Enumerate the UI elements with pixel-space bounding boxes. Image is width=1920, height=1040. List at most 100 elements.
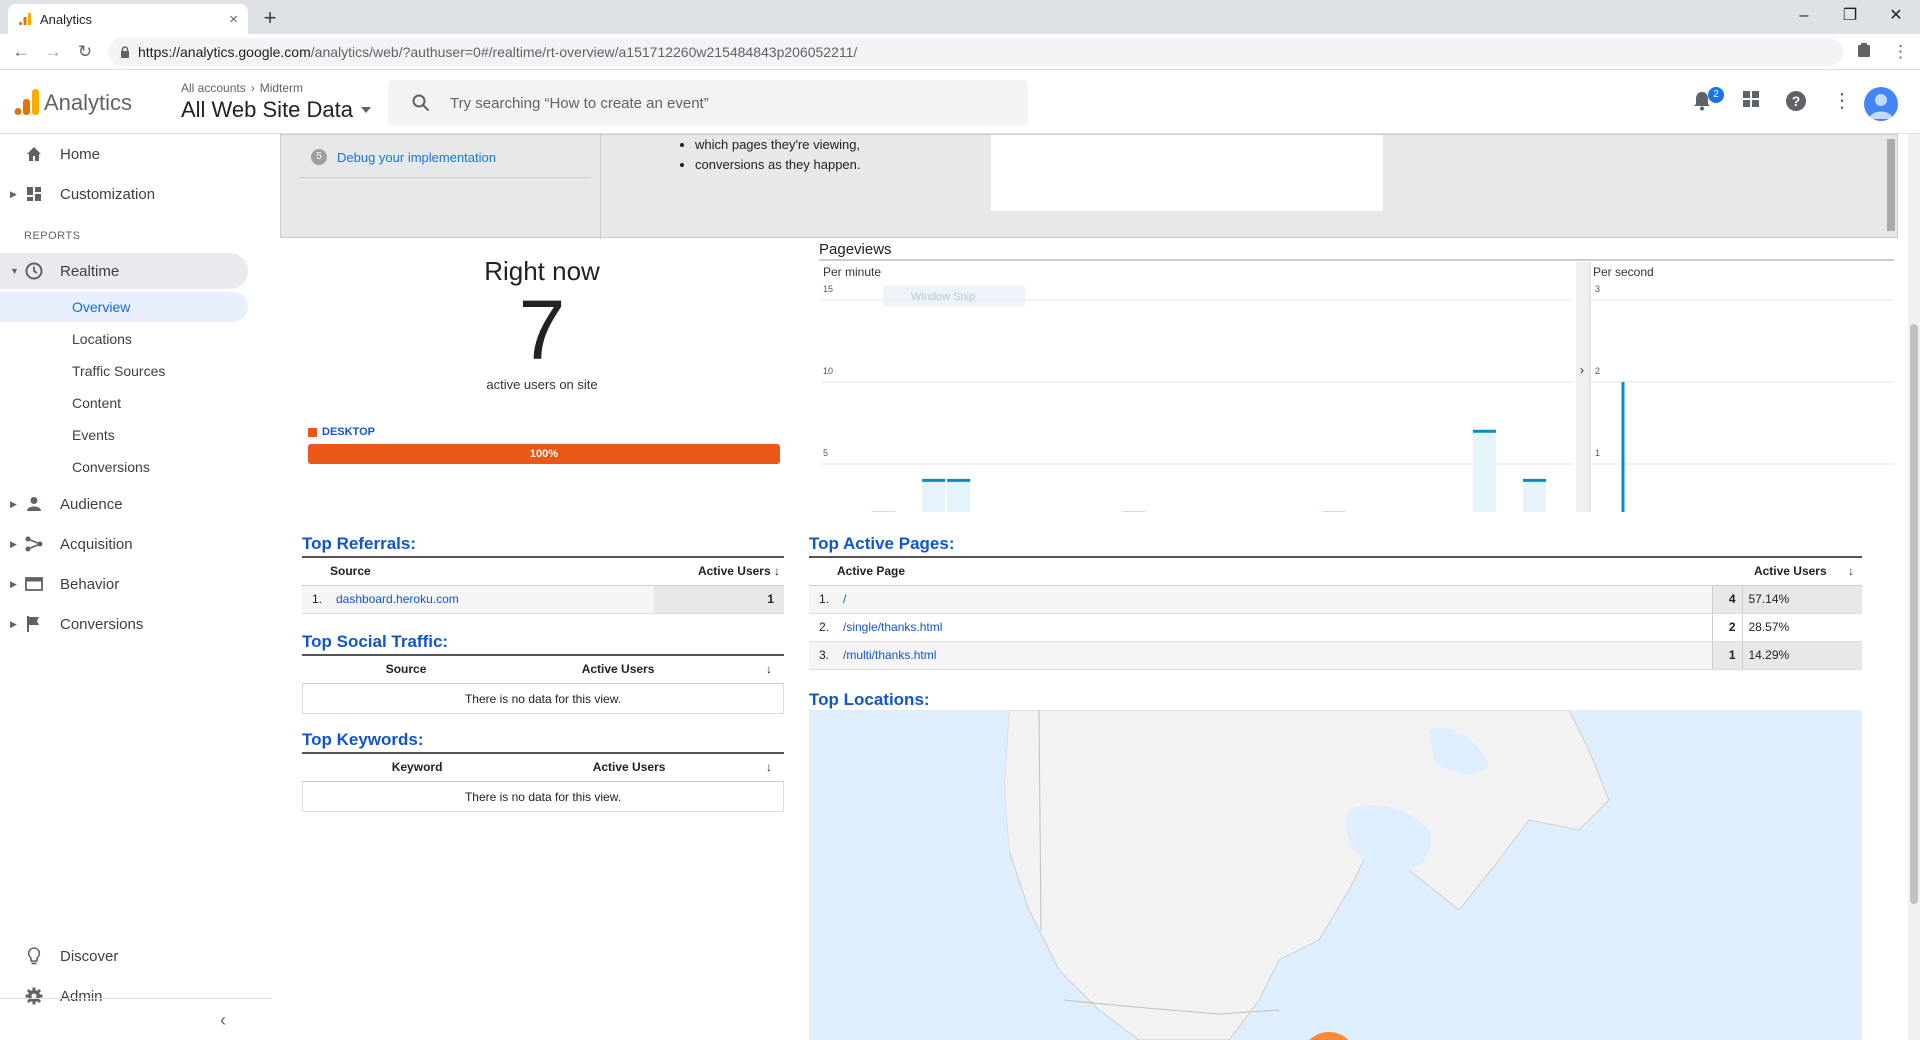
per-minute-y-tick: 10 xyxy=(823,366,833,376)
sidebar-item-discover[interactable]: Discover xyxy=(0,938,248,974)
source-header[interactable]: Source xyxy=(330,556,654,586)
device-legend: DESKTOP xyxy=(308,426,375,438)
close-window-button[interactable]: ✕ xyxy=(1876,2,1916,30)
dropdown-arrow-icon xyxy=(361,107,372,113)
source-header[interactable]: Source xyxy=(330,654,483,684)
avatar[interactable] xyxy=(1864,87,1898,121)
search-input[interactable]: Try searching “How to create an event” xyxy=(388,80,1028,126)
debug-step[interactable]: 5 Debug your implementation xyxy=(311,149,496,165)
page-scrollbar[interactable] xyxy=(1908,134,1920,1040)
view-name-label: All Web Site Data xyxy=(181,97,354,122)
referral-users: 1 xyxy=(654,585,784,614)
page-link[interactable]: / xyxy=(843,592,846,606)
top-pages-table: Active Page Active Users ↓ 1. / 4 57.14%… xyxy=(809,556,1862,670)
expand-chart-icon: › xyxy=(1580,363,1584,377)
collapse-sidebar-icon[interactable]: ‹ xyxy=(220,1010,226,1031)
sidebar-item-realtime[interactable]: ▼ Realtime xyxy=(0,253,248,289)
per-minute-label: Per minute xyxy=(823,265,881,279)
sidebar-label-behavior: Behavior xyxy=(60,575,120,593)
index-header xyxy=(302,752,330,782)
referral-link[interactable]: dashboard.heroku.com xyxy=(336,592,459,606)
per-second-y-tick: 2 xyxy=(1595,366,1600,376)
search-placeholder: Try searching “How to create an event” xyxy=(450,94,709,112)
account-selector[interactable]: All accounts › Midterm All Web Site Data xyxy=(181,81,372,123)
url-field[interactable]: https://analytics.google.com/analytics/w… xyxy=(108,38,1843,66)
sidebar-item-audience[interactable]: ▶ Audience xyxy=(0,486,248,522)
page-users: 2 xyxy=(1711,613,1742,642)
browser-tab[interactable]: Analytics × xyxy=(8,4,248,34)
expand-arrow-icon: ▶ xyxy=(10,188,17,199)
forward-icon[interactable]: → xyxy=(42,42,64,62)
view-name[interactable]: All Web Site Data xyxy=(181,97,372,123)
apps-grid-icon[interactable] xyxy=(1742,90,1760,108)
active-users-header[interactable]: Active Users ↓ xyxy=(654,556,784,586)
close-tab-icon[interactable]: × xyxy=(229,11,238,28)
search-icon xyxy=(412,94,430,112)
pageviews-chart: PageviewsPer minute15105-26 min-21 min-1… xyxy=(819,242,1899,512)
index-header xyxy=(809,556,837,586)
back-icon[interactable]: ← xyxy=(10,42,32,62)
sidebar-item-overview[interactable]: Overview xyxy=(0,292,248,322)
browser-menu-icon[interactable]: ⋮ xyxy=(1892,42,1909,62)
page-scrollbar-thumb[interactable] xyxy=(1910,324,1918,904)
address-bar: ← → ↻ https://analytics.google.com/analy… xyxy=(0,34,1920,70)
locations-map[interactable] xyxy=(809,710,1862,1040)
sidebar-label-audience: Audience xyxy=(60,495,123,513)
restore-button[interactable]: ❐ xyxy=(1830,2,1870,30)
sidebar-label-admin: Admin xyxy=(60,987,103,1005)
sidebar-item-admin[interactable]: Admin xyxy=(0,978,248,1014)
sidebar-item-customization[interactable]: ▶ Customization xyxy=(0,176,248,212)
overlay-text: Window Snip xyxy=(911,291,975,303)
sidebar-item-acquisition[interactable]: ▶ Acquisition xyxy=(0,526,248,562)
sort-down-icon[interactable]: ↓ xyxy=(754,654,784,684)
help-icon[interactable]: ? xyxy=(1785,90,1807,112)
analytics-logo-icon[interactable] xyxy=(14,87,40,117)
per-minute-y-tick: 5 xyxy=(823,448,828,458)
sidebar-item-traffic-sources[interactable]: Traffic Sources xyxy=(0,356,248,386)
bullet-item: which pages they're viewing, xyxy=(695,135,861,155)
sidebar-item-behavior[interactable]: ▶ Behavior xyxy=(0,566,248,602)
active-page-header[interactable]: Active Page xyxy=(837,556,1712,586)
active-users-header[interactable]: Active Users xyxy=(504,752,754,782)
per-second-label: Per second xyxy=(1593,265,1654,279)
sidebar-label-discover: Discover xyxy=(60,947,119,965)
sidebar-item-home[interactable]: Home xyxy=(0,136,248,172)
top-keywords-section: Top Keywords: Keyword Active Users ↓ The… xyxy=(302,730,784,812)
svg-text:?: ? xyxy=(1792,93,1801,109)
expand-arrow-icon: ▶ xyxy=(10,538,17,549)
page-link[interactable]: /multi/thanks.html xyxy=(843,648,936,662)
more-options-icon[interactable]: ⋮ xyxy=(1832,88,1852,113)
sidebar-label-conversions: Conversions xyxy=(60,615,144,633)
active-users-label: active users on site xyxy=(486,377,598,392)
minimize-button[interactable]: – xyxy=(1784,2,1824,30)
panel-scrollbar[interactable] xyxy=(1887,139,1895,231)
keyword-header[interactable]: Keyword xyxy=(330,752,505,782)
table-row: 1. / 4 57.14% xyxy=(809,585,1862,614)
new-tab-button[interactable]: + xyxy=(258,5,282,31)
active-users-header[interactable]: Active Users xyxy=(482,654,754,684)
reload-icon[interactable]: ↻ xyxy=(74,42,96,62)
sidebar-item-conversions[interactable]: ▶ Conversions xyxy=(0,606,248,642)
sort-down-icon[interactable]: ↓ xyxy=(754,752,784,782)
page-link[interactable]: /single/thanks.html xyxy=(843,620,942,634)
notification-badge: 2 xyxy=(1708,87,1724,103)
sidebar-item-content[interactable]: Content xyxy=(0,388,248,418)
active-users-header-label: Active Users xyxy=(697,564,771,579)
index-header xyxy=(302,654,330,684)
top-referrals-title: Top Referrals: xyxy=(302,534,416,553)
person-icon xyxy=(24,494,44,514)
debug-link[interactable]: Debug your implementation xyxy=(337,150,496,165)
location-marker[interactable] xyxy=(1301,1032,1357,1040)
sidebar-label-acquisition: Acquisition xyxy=(60,535,133,553)
sidebar-item-events[interactable]: Events xyxy=(0,420,248,450)
main-content: 5 Debug your implementation which pages … xyxy=(272,134,1920,1040)
top-social-title: Top Social Traffic: xyxy=(302,632,449,651)
extension-icon[interactable] xyxy=(1856,42,1872,58)
sidebar: Home ▶ Customization REPORTS ▼ Realtime … xyxy=(0,134,272,1040)
active-users-header[interactable]: Active Users ↓ xyxy=(1712,556,1862,586)
top-keywords-table: Keyword Active Users ↓ xyxy=(302,752,784,782)
sidebar-item-rt-conversions[interactable]: Conversions xyxy=(0,452,248,482)
sidebar-item-locations[interactable]: Locations xyxy=(0,324,248,354)
page-percent: 57.14% xyxy=(1741,585,1862,614)
index-header xyxy=(302,556,330,586)
